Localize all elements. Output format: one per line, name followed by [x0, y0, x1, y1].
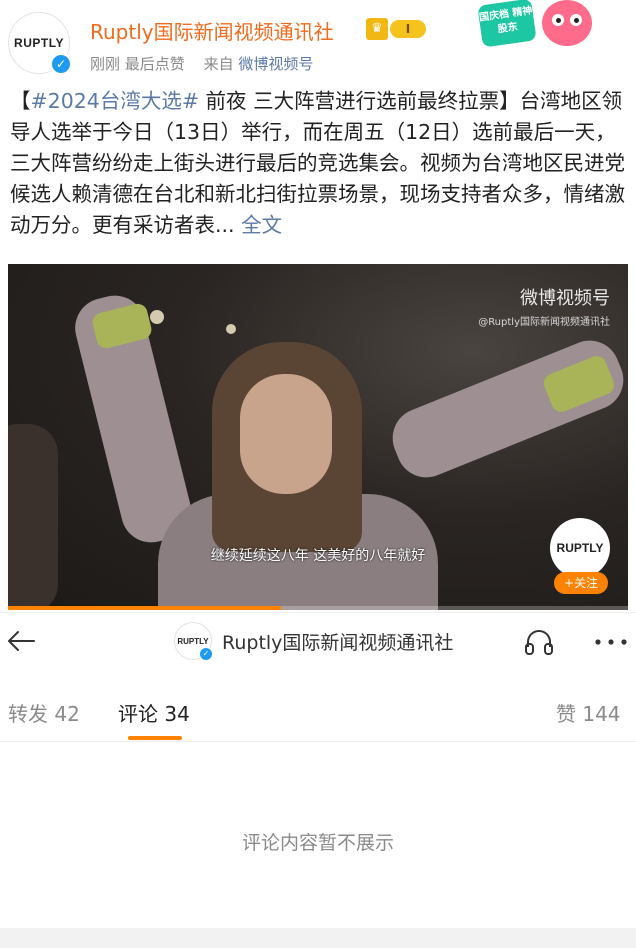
- video-watermark: 微博视频号 @Ruptly国际新闻视频通讯社: [478, 284, 610, 328]
- nav-account-name[interactable]: Ruptly国际新闻视频通讯社: [222, 628, 453, 655]
- tab-repost[interactable]: 转发 42: [8, 698, 80, 727]
- read-more-link[interactable]: 全文: [235, 213, 282, 237]
- more-options-icon[interactable]: [590, 627, 632, 657]
- account-name[interactable]: Ruptly国际新闻视频通讯社: [90, 16, 334, 45]
- bracket-open: 【: [10, 89, 31, 113]
- headphone-icon[interactable]: [522, 625, 556, 659]
- bottom-divider: [0, 928, 636, 948]
- nav-verified-icon: ✓: [199, 647, 213, 661]
- background-light: [150, 310, 164, 324]
- comments-area: 评论内容暂不展示: [0, 742, 636, 928]
- video-progress-fill: [8, 606, 281, 610]
- person-face: [240, 374, 332, 494]
- interaction-tabs: 转发 42 评论 34 赞 144: [0, 680, 636, 742]
- follow-button[interactable]: +关注: [554, 572, 608, 594]
- nav-avatar-text: RUPTLY: [177, 636, 209, 646]
- post-time: 刚刚: [90, 55, 121, 73]
- video-channel-logo[interactable]: RUPTLY: [550, 518, 610, 578]
- vip-level: I: [390, 20, 426, 38]
- comments-hidden-notice: 评论内容暂不展示: [241, 832, 394, 854]
- mascot-icon: [542, 0, 592, 46]
- post-meta: 刚刚 最后点赞 来自 微博视频号: [90, 53, 313, 74]
- active-tab-indicator: [128, 736, 182, 740]
- video-subtitle: 继续延续这八年 这美好的八年就好: [210, 548, 426, 564]
- source-link[interactable]: 微博视频号: [238, 55, 313, 73]
- video-player[interactable]: 微博视频号 @Ruptly国际新闻视频通讯社 继续延续这八年 这美好的八年就好 …: [8, 264, 628, 610]
- watermark-main: 微博视频号: [520, 288, 610, 309]
- background-light: [226, 324, 236, 334]
- post-text: 【#2024台湾大选# 前夜 三大阵营进行选前最终拉票】台湾地区领导人选举于今日…: [10, 86, 628, 241]
- background-person: [8, 424, 58, 610]
- post-header: RUPTLY ✓ Ruptly国际新闻视频通讯社 ♛ I 刚刚 最后点赞 来自 …: [0, 0, 636, 90]
- tab-comment[interactable]: 评论 34: [118, 698, 190, 727]
- channel-logo-text: RUPTLY: [556, 541, 604, 555]
- vip-badge[interactable]: ♛ I: [366, 18, 428, 40]
- crown-icon: ♛: [366, 18, 388, 40]
- edited-label: 最后点赞: [124, 55, 185, 73]
- tab-like[interactable]: 赞 144: [556, 698, 621, 727]
- decorative-sticker[interactable]: 国庆档 精神股东: [477, 0, 608, 52]
- verified-icon: ✓: [50, 53, 72, 75]
- hashtag-link[interactable]: #2024台湾大选#: [31, 89, 200, 113]
- avatar-logo-text: RUPTLY: [14, 36, 64, 50]
- back-arrow-icon[interactable]: [4, 623, 40, 659]
- video-progress-bar[interactable]: [8, 606, 628, 610]
- sticker-tag: 国庆档 精神股东: [477, 0, 537, 48]
- top-nav-bar: RUPTLY ✓ Ruptly国际新闻视频通讯社: [0, 612, 636, 668]
- watermark-sub: @Ruptly国际新闻视频通讯社: [478, 317, 610, 328]
- via-label: 来自: [203, 55, 234, 73]
